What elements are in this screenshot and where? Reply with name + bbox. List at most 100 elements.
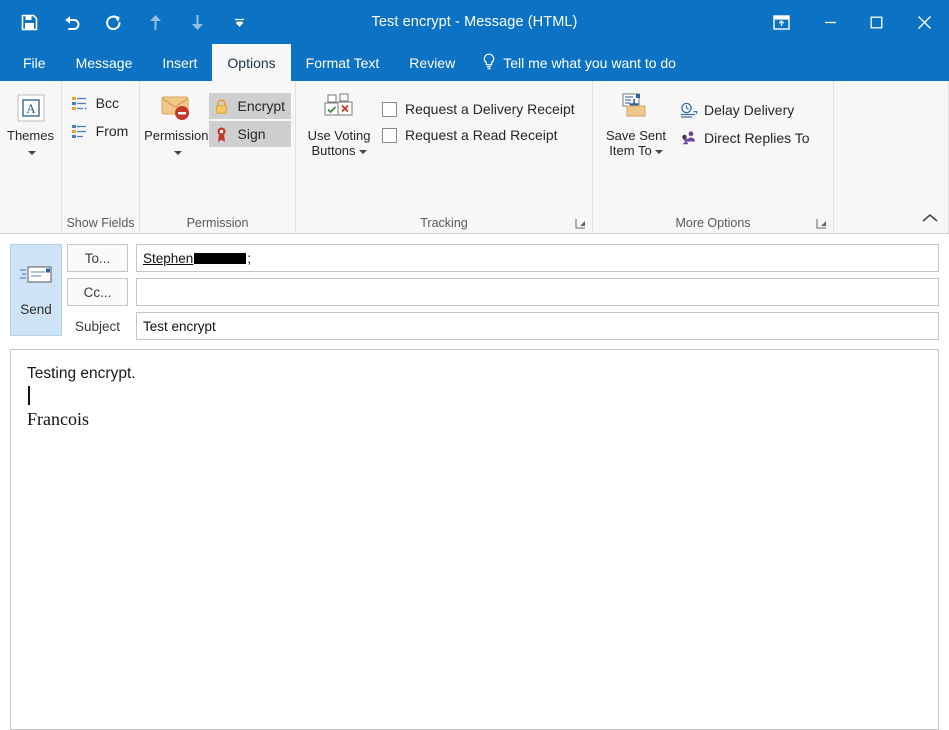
save-sent-item-dropdown-icon[interactable] bbox=[654, 149, 663, 154]
text-cursor bbox=[28, 386, 30, 405]
undo-icon[interactable] bbox=[58, 9, 84, 35]
bcc-icon bbox=[70, 93, 90, 113]
use-voting-buttons-button[interactable]: Use Voting Buttons bbox=[300, 87, 378, 158]
request-read-receipt-label: Request a Read Receipt bbox=[405, 127, 558, 143]
encrypt-label: Encrypt bbox=[237, 98, 285, 114]
previous-item-icon[interactable] bbox=[142, 9, 168, 35]
use-voting-label-line1: Use Voting bbox=[307, 128, 371, 143]
request-read-receipt-checkbox[interactable] bbox=[382, 127, 397, 143]
send-label: Send bbox=[20, 302, 52, 317]
tab-format-text[interactable]: Format Text bbox=[291, 44, 395, 81]
window-controls bbox=[755, 0, 949, 44]
tab-message[interactable]: Message bbox=[61, 44, 148, 81]
to-button[interactable]: To... bbox=[67, 244, 128, 272]
to-recipient-separator: ; bbox=[247, 250, 252, 266]
ribbon-group-label-permission: Permission bbox=[186, 216, 249, 230]
tab-insert[interactable]: Insert bbox=[147, 44, 212, 81]
to-input[interactable]: Stephen; bbox=[136, 244, 939, 272]
send-icon bbox=[19, 263, 53, 292]
customize-quick-access-toolbar-icon[interactable] bbox=[226, 9, 252, 35]
ribbon-group-show-fields: Bcc From Show Fields bbox=[62, 81, 140, 233]
request-delivery-receipt-row[interactable]: Request a Delivery Receipt bbox=[378, 97, 579, 121]
collapse-ribbon-icon[interactable] bbox=[921, 211, 939, 229]
ribbon-group-label-show-fields: Show Fields bbox=[66, 216, 135, 230]
body-signature: Francois bbox=[27, 409, 89, 429]
subject-input[interactable]: Test encrypt bbox=[136, 312, 939, 340]
maximize-button[interactable] bbox=[853, 0, 899, 44]
tracking-dialog-launcher-icon[interactable] bbox=[575, 216, 586, 229]
svg-text:A: A bbox=[26, 101, 36, 116]
permission-dropdown-icon[interactable] bbox=[171, 144, 182, 162]
message-body-editor[interactable]: Testing encrypt. Francois bbox=[10, 349, 939, 730]
redacted-address bbox=[194, 252, 247, 264]
save-icon[interactable] bbox=[16, 9, 42, 35]
tab-file[interactable]: File bbox=[8, 44, 61, 81]
cc-input[interactable] bbox=[136, 278, 939, 306]
send-button[interactable]: Send bbox=[10, 244, 62, 336]
ribbon-tabs: File Message Insert Options Format Text … bbox=[0, 44, 949, 81]
sign-button[interactable]: Sign bbox=[208, 121, 291, 147]
tell-me-search[interactable]: Tell me what you want to do bbox=[470, 44, 688, 81]
save-sent-item-label-line1: Save Sent bbox=[606, 128, 666, 143]
body-caret-line bbox=[27, 385, 922, 407]
to-recipient: Stephen; bbox=[143, 251, 251, 266]
ribbon-group-label-tracking: Tracking bbox=[420, 216, 468, 230]
more-options-dialog-launcher-icon[interactable] bbox=[816, 216, 827, 229]
delay-delivery-label: Delay Delivery bbox=[704, 102, 795, 118]
permission-label: Permission bbox=[144, 128, 209, 143]
clock-icon bbox=[678, 100, 698, 120]
from-icon bbox=[70, 121, 90, 141]
encrypt-button[interactable]: Encrypt bbox=[208, 93, 291, 119]
ribbon: A Themes Bcc From Show Fields Permission… bbox=[0, 81, 949, 234]
lock-icon bbox=[212, 96, 232, 116]
cc-row: Cc... bbox=[67, 278, 939, 306]
next-item-icon[interactable] bbox=[184, 9, 210, 35]
ribbon-group-themes: A Themes bbox=[0, 81, 62, 233]
minimize-button[interactable] bbox=[807, 0, 853, 44]
permission-icon bbox=[157, 91, 195, 125]
close-button[interactable] bbox=[899, 0, 949, 44]
delay-delivery-button[interactable]: Delay Delivery bbox=[675, 97, 816, 123]
ribbon-group-label-more-options: More Options bbox=[675, 216, 751, 230]
ribbon-group-permission: Permission Encrypt Sign Permission bbox=[140, 81, 296, 233]
save-sent-item-icon bbox=[617, 91, 655, 125]
bcc-label: Bcc bbox=[95, 95, 119, 111]
tell-me-label: Tell me what you want to do bbox=[503, 54, 676, 71]
direct-replies-to-button[interactable]: Direct Replies To bbox=[675, 125, 816, 151]
ribbon-display-options-icon[interactable] bbox=[755, 0, 807, 44]
from-label: From bbox=[95, 123, 129, 139]
cc-button[interactable]: Cc... bbox=[67, 278, 128, 306]
request-delivery-receipt-label: Request a Delivery Receipt bbox=[405, 101, 575, 117]
bcc-button[interactable]: Bcc bbox=[67, 90, 135, 116]
compose-header: Send To... Stephen; Cc... Subject Test e… bbox=[0, 234, 949, 340]
direct-replies-icon bbox=[678, 128, 698, 148]
to-row: To... Stephen; bbox=[67, 244, 939, 272]
subject-row: Subject Test encrypt bbox=[67, 312, 939, 340]
use-voting-dropdown-icon[interactable] bbox=[358, 149, 367, 154]
themes-label: Themes bbox=[7, 128, 54, 143]
voting-icon bbox=[320, 91, 358, 125]
ribbon-group-tracking: Use Voting Buttons Request a Delivery Re… bbox=[296, 81, 593, 233]
themes-button[interactable]: A Themes bbox=[3, 87, 59, 162]
body-text-line: Testing encrypt. bbox=[27, 365, 136, 382]
message-body-area: Testing encrypt. Francois bbox=[0, 340, 949, 730]
from-button[interactable]: From bbox=[67, 118, 135, 144]
ribbon-group-more-options: Save Sent Item To Delay Delivery Direct … bbox=[593, 81, 834, 233]
tab-options[interactable]: Options bbox=[212, 44, 291, 81]
save-sent-item-to-button[interactable]: Save Sent Item To bbox=[597, 87, 675, 158]
sign-label: Sign bbox=[237, 126, 266, 142]
permission-button[interactable]: Permission bbox=[144, 87, 209, 162]
redo-icon[interactable] bbox=[100, 9, 126, 35]
ribbon-group-label-themes bbox=[0, 213, 61, 233]
direct-replies-to-label: Direct Replies To bbox=[704, 130, 810, 146]
tab-review[interactable]: Review bbox=[394, 44, 470, 81]
themes-dropdown-icon[interactable] bbox=[25, 144, 36, 162]
quick-access-toolbar bbox=[0, 9, 252, 35]
outlook-compose-window: Test encrypt - Message (HTML) File Messa… bbox=[0, 0, 949, 730]
request-delivery-receipt-checkbox[interactable] bbox=[382, 101, 397, 117]
save-sent-item-label-line2: Item To bbox=[609, 143, 652, 158]
subject-label: Subject bbox=[74, 318, 121, 334]
to-recipient-name: Stephen bbox=[143, 250, 194, 266]
request-read-receipt-row[interactable]: Request a Read Receipt bbox=[378, 123, 579, 147]
use-voting-label-line2: Buttons bbox=[311, 143, 356, 158]
